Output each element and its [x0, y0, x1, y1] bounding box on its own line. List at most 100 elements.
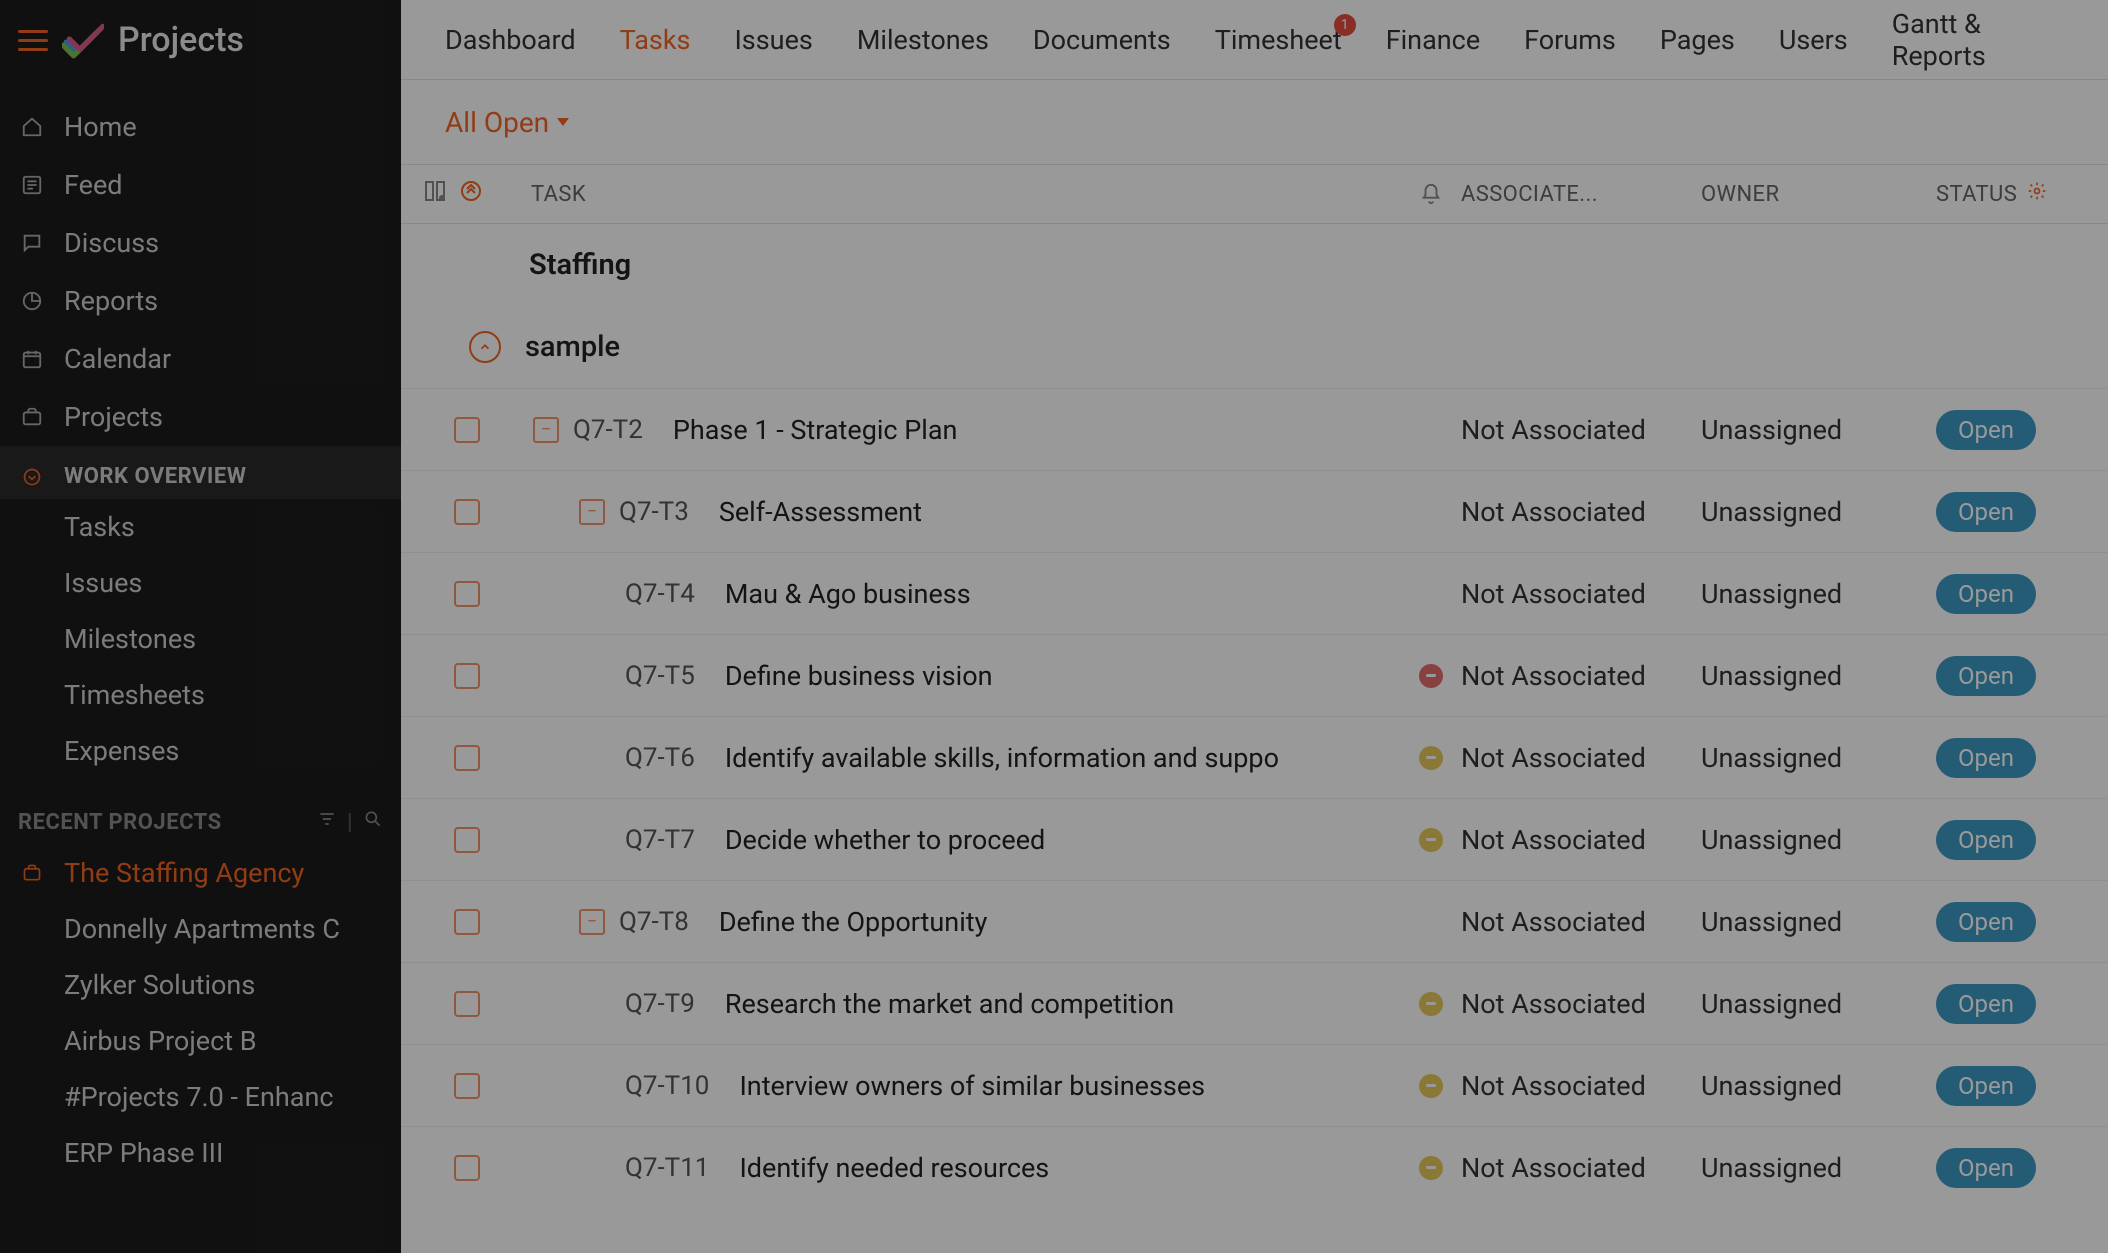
status-badge[interactable]: Open: [1936, 738, 2036, 778]
sidebar-section-work[interactable]: WORK OVERVIEW: [0, 446, 401, 499]
task-title[interactable]: Decide whether to proceed: [725, 824, 1045, 856]
tab-dashboard[interactable]: Dashboard: [445, 24, 576, 56]
tab-pages[interactable]: Pages: [1660, 24, 1735, 56]
status-badge[interactable]: Open: [1936, 410, 2036, 450]
status-badge[interactable]: Open: [1936, 820, 2036, 860]
task-owner: Unassigned: [1701, 1152, 1936, 1184]
th-associated[interactable]: ASSOCIATE...: [1461, 182, 1701, 207]
task-title[interactable]: Interview owners of similar businesses: [739, 1070, 1205, 1102]
task-row[interactable]: Q7-T4 Mau & Ago business Not Associated …: [401, 552, 2108, 634]
expand-toggle-icon[interactable]: −: [579, 909, 605, 935]
tab-gantt-reports[interactable]: Gantt & Reports: [1892, 8, 2064, 72]
task-associated: Not Associated: [1461, 660, 1701, 692]
sidebar-subitem-expenses[interactable]: Expenses: [0, 723, 401, 779]
recent-project-item[interactable]: #Projects 7.0 - Enhanc: [0, 1069, 401, 1125]
tab-users[interactable]: Users: [1779, 24, 1848, 56]
sidebar-subitem-tasks[interactable]: Tasks: [0, 499, 401, 555]
tab-forums[interactable]: Forums: [1524, 24, 1616, 56]
bell-icon[interactable]: [1401, 183, 1461, 205]
priority-icon: [1419, 828, 1443, 852]
tab-milestones[interactable]: Milestones: [857, 24, 989, 56]
recent-project-item[interactable]: Airbus Project B: [0, 1013, 401, 1069]
task-checkbox[interactable]: [454, 1155, 480, 1181]
recent-project-label: The Staffing Agency: [64, 857, 304, 889]
recent-project-item[interactable]: The Staffing Agency: [0, 845, 401, 901]
task-title[interactable]: Define business vision: [725, 660, 993, 692]
filter-dropdown[interactable]: All Open: [445, 106, 569, 139]
main: Dashboard Tasks Issues Milestones Docume…: [401, 0, 2108, 1253]
status-badge[interactable]: Open: [1936, 574, 2036, 614]
sidebar-item-calendar[interactable]: Calendar: [0, 330, 401, 388]
th-status[interactable]: STATUS: [1936, 181, 2086, 207]
task-checkbox[interactable]: [454, 663, 480, 689]
collapse-toggle-icon[interactable]: [469, 331, 501, 363]
recent-project-item[interactable]: Zylker Solutions: [0, 957, 401, 1013]
task-checkbox[interactable]: [454, 909, 480, 935]
task-row[interactable]: Q7-T9 Research the market and competitio…: [401, 962, 2108, 1044]
task-associated: Not Associated: [1461, 1070, 1701, 1102]
task-title[interactable]: Mau & Ago business: [725, 578, 971, 610]
task-title[interactable]: Define the Opportunity: [719, 906, 988, 938]
tab-issues[interactable]: Issues: [734, 24, 812, 56]
search-icon[interactable]: [363, 809, 383, 835]
recent-project-item[interactable]: ERP Phase III: [0, 1125, 401, 1181]
task-owner: Unassigned: [1701, 1070, 1936, 1102]
notification-badge: 1: [1334, 14, 1356, 36]
task-title[interactable]: Identify needed resources: [739, 1152, 1049, 1184]
status-badge[interactable]: Open: [1936, 1148, 2036, 1188]
task-title[interactable]: Self-Assessment: [719, 496, 922, 528]
task-row[interactable]: Q7-T11 Identify needed resources Not Ass…: [401, 1126, 2108, 1208]
tab-tasks[interactable]: Tasks: [620, 24, 691, 56]
task-title[interactable]: Identify available skills, information a…: [725, 742, 1279, 774]
task-row[interactable]: − Q7-T2 Phase 1 - Strategic Plan Not Ass…: [401, 388, 2108, 470]
tab-finance[interactable]: Finance: [1386, 24, 1480, 56]
task-associated: Not Associated: [1461, 988, 1701, 1020]
sidebar-item-label: Projects: [64, 401, 163, 433]
task-checkbox[interactable]: [454, 417, 480, 443]
task-checkbox[interactable]: [454, 745, 480, 771]
task-id: Q7-T11: [625, 1153, 709, 1183]
task-row[interactable]: Q7-T10 Interview owners of similar busin…: [401, 1044, 2108, 1126]
task-title[interactable]: Phase 1 - Strategic Plan: [673, 414, 958, 446]
task-row[interactable]: Q7-T6 Identify available skills, informa…: [401, 716, 2108, 798]
status-badge[interactable]: Open: [1936, 984, 2036, 1024]
th-task[interactable]: TASK: [513, 182, 1401, 207]
sidebar-item-discuss[interactable]: Discuss: [0, 214, 401, 272]
task-checkbox[interactable]: [454, 991, 480, 1017]
status-badge[interactable]: Open: [1936, 656, 2036, 696]
recent-project-item[interactable]: Donnelly Apartments C: [0, 901, 401, 957]
task-row[interactable]: Q7-T7 Decide whether to proceed Not Asso…: [401, 798, 2108, 880]
th-owner[interactable]: OWNER: [1701, 182, 1936, 207]
app-name: Projects: [118, 20, 244, 60]
task-associated: Not Associated: [1461, 906, 1701, 938]
expand-toggle-icon[interactable]: −: [533, 417, 559, 443]
hamburger-icon[interactable]: [18, 25, 48, 55]
sidebar-subitem-issues[interactable]: Issues: [0, 555, 401, 611]
gear-icon[interactable]: [2027, 181, 2047, 207]
expand-toggle-icon[interactable]: −: [579, 499, 605, 525]
tab-documents[interactable]: Documents: [1033, 24, 1171, 56]
task-checkbox[interactable]: [454, 581, 480, 607]
status-badge[interactable]: Open: [1936, 492, 2036, 532]
sidebar-subitem-timesheets[interactable]: Timesheets: [0, 667, 401, 723]
filter-icon[interactable]: [317, 809, 337, 835]
recent-project-label: Airbus Project B: [64, 1025, 257, 1057]
tab-timesheet[interactable]: Timesheet 1: [1215, 24, 1342, 56]
task-row[interactable]: Q7-T5 Define business vision Not Associa…: [401, 634, 2108, 716]
task-checkbox[interactable]: [454, 499, 480, 525]
task-checkbox[interactable]: [454, 1073, 480, 1099]
sidebar-item-feed[interactable]: Feed: [0, 156, 401, 214]
task-row[interactable]: − Q7-T8 Define the Opportunity Not Assoc…: [401, 880, 2108, 962]
column-settings-icon[interactable]: [423, 179, 447, 209]
task-title[interactable]: Research the market and competition: [725, 988, 1174, 1020]
status-badge[interactable]: Open: [1936, 1066, 2036, 1106]
collapse-all-icon[interactable]: [459, 179, 483, 209]
sidebar-item-reports[interactable]: Reports: [0, 272, 401, 330]
task-row[interactable]: − Q7-T3 Self-Assessment Not Associated U…: [401, 470, 2108, 552]
sidebar-item-projects[interactable]: Projects: [0, 388, 401, 446]
sidebar-subitem-milestones[interactable]: Milestones: [0, 611, 401, 667]
sidebar-item-home[interactable]: Home: [0, 98, 401, 156]
task-subgroup[interactable]: sample: [401, 306, 2108, 388]
task-checkbox[interactable]: [454, 827, 480, 853]
status-badge[interactable]: Open: [1936, 902, 2036, 942]
